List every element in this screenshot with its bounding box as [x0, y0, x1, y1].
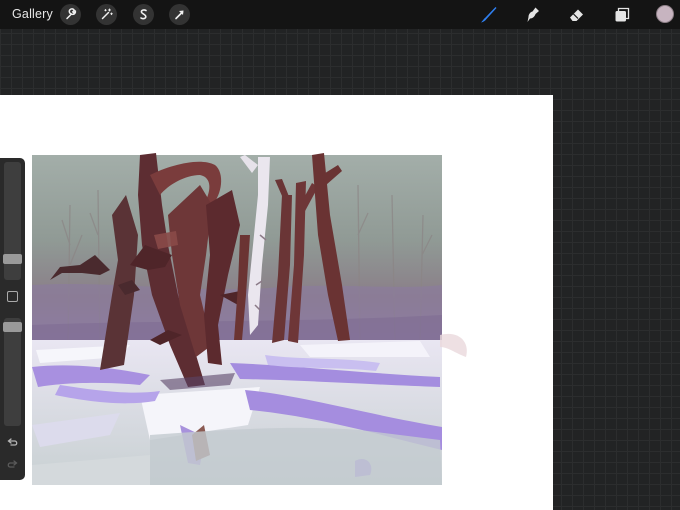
- brush-size-thumb[interactable]: [3, 254, 22, 264]
- wrench-icon[interactable]: [60, 4, 81, 25]
- color-picker-swatch[interactable]: [656, 5, 674, 23]
- eraser-icon[interactable]: [566, 4, 587, 25]
- top-toolbar: Gallery: [0, 0, 680, 29]
- brush-icon[interactable]: [478, 4, 499, 25]
- gallery-button[interactable]: Gallery: [12, 7, 53, 21]
- snowy-forest-painting[interactable]: [0, 95, 553, 510]
- sidebar: [0, 158, 25, 480]
- undo-button[interactable]: [5, 436, 20, 451]
- transform-arrow-icon[interactable]: [169, 4, 190, 25]
- modify-button[interactable]: [7, 291, 18, 302]
- magic-wand-icon[interactable]: [96, 4, 117, 25]
- smudge-icon[interactable]: [522, 4, 543, 25]
- layers-icon[interactable]: [611, 4, 632, 25]
- redo-button[interactable]: [5, 458, 20, 473]
- opacity-thumb[interactable]: [3, 322, 22, 332]
- opacity-slider[interactable]: [4, 318, 21, 426]
- selection-s-icon[interactable]: [133, 4, 154, 25]
